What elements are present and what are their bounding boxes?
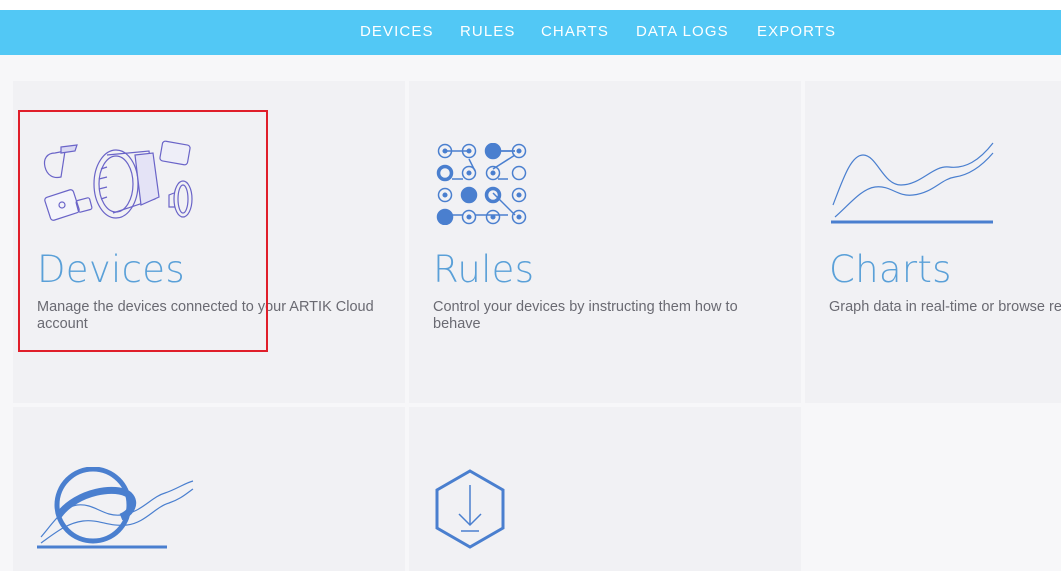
rules-nodes-icon — [436, 143, 527, 225]
export-hexagon-icon — [435, 469, 505, 549]
charts-description: Graph data in real-time or browse record… — [829, 299, 1061, 315]
top-strip — [0, 0, 1061, 10]
nav-rules[interactable]: RULES — [460, 23, 516, 40]
nav-devices[interactable]: DEVICES — [360, 23, 434, 40]
charts-title: Charts — [829, 248, 952, 291]
devices-title: Devices — [37, 248, 185, 291]
rules-title: Rules — [433, 248, 535, 291]
top-navbar: DEVICES RULES CHARTS DATA LOGS EXPORTS — [0, 10, 1061, 55]
devices-wearables-icon — [43, 140, 193, 221]
charts-lines-icon — [831, 142, 994, 224]
nav-data-logs[interactable]: DATA LOGS — [636, 23, 729, 40]
nav-exports[interactable]: EXPORTS — [757, 23, 836, 40]
nav-charts[interactable]: CHARTS — [541, 23, 609, 40]
devices-tile[interactable]: Devices Manage the devices connected to … — [13, 81, 405, 403]
charts-tile[interactable]: Charts Graph data in real-time or browse… — [805, 81, 1061, 403]
data-logs-tile[interactable] — [13, 407, 405, 571]
exports-tile[interactable] — [409, 407, 801, 571]
devices-description: Manage the devices connected to your ART… — [37, 299, 374, 332]
rules-tile[interactable]: Rules Control your devices by instructin… — [409, 81, 801, 403]
data-logs-icon — [37, 467, 194, 549]
rules-description: Control your devices by instructing them… — [433, 299, 738, 332]
